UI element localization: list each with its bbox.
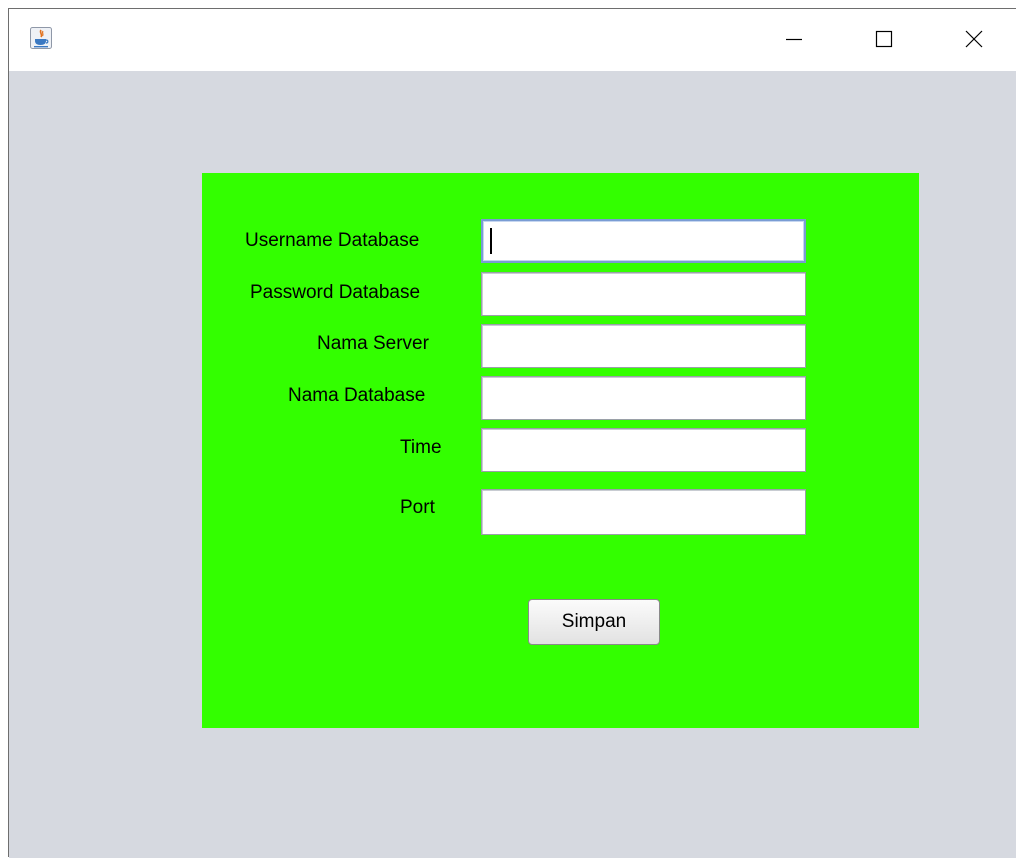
maximize-button[interactable] <box>861 17 907 61</box>
settings-form-panel: Username Database Password Database Nama… <box>202 173 919 728</box>
app-window: Username Database Password Database Nama… <box>8 8 1016 858</box>
password-database-label: Password Database <box>250 282 421 303</box>
title-bar <box>9 9 1016 71</box>
close-button[interactable] <box>951 17 997 61</box>
close-icon <box>965 30 983 48</box>
content-area: Username Database Password Database Nama… <box>9 71 1016 858</box>
java-cup-icon[interactable] <box>30 27 52 49</box>
nama-server-input[interactable] <box>481 324 806 368</box>
text-caret <box>490 228 492 254</box>
maximize-icon <box>875 30 893 48</box>
username-database-label: Username Database <box>245 230 420 251</box>
nama-database-label: Nama Database <box>288 385 426 406</box>
password-database-input[interactable] <box>481 272 806 316</box>
nama-database-input[interactable] <box>481 376 806 420</box>
username-database-input[interactable] <box>481 219 806 263</box>
simpan-button[interactable]: Simpan <box>528 599 660 645</box>
minimize-icon <box>786 38 802 41</box>
port-label: Port <box>400 497 435 518</box>
minimize-button[interactable] <box>771 17 817 61</box>
time-label: Time <box>400 437 442 458</box>
time-input[interactable] <box>481 428 806 472</box>
port-input[interactable] <box>481 489 806 535</box>
nama-server-label: Nama Server <box>317 333 429 354</box>
